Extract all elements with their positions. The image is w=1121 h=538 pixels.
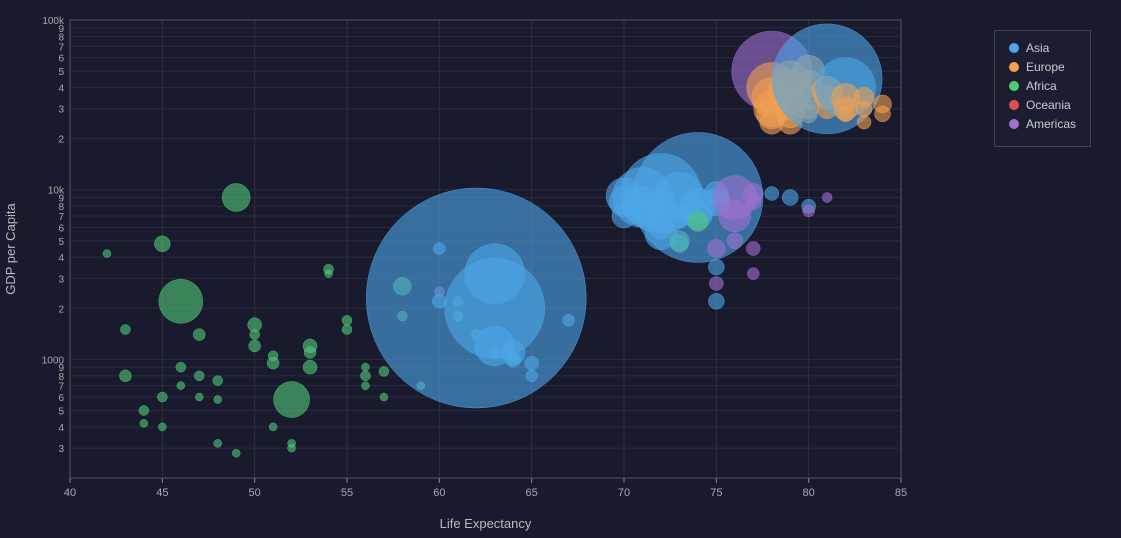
legend-dot [1009, 81, 1019, 91]
chart-container: 4045505560657075808534567891000234567891… [0, 0, 1121, 538]
chart-legend: Asia Europe Africa Oceania Americas [994, 30, 1091, 147]
svg-text:100k: 100k [42, 16, 65, 27]
svg-text:3: 3 [58, 105, 64, 116]
svg-text:75: 75 [710, 487, 722, 499]
legend-item-oceania: Oceania [1009, 98, 1076, 112]
svg-text:6: 6 [58, 223, 64, 234]
svg-text:5: 5 [58, 67, 64, 78]
svg-text:2: 2 [58, 135, 64, 146]
scatter-chart: 4045505560657075808534567891000234567891… [0, 0, 1121, 538]
legend-dot [1009, 62, 1019, 72]
svg-text:1000: 1000 [42, 355, 65, 366]
svg-text:40: 40 [64, 487, 76, 499]
legend-dot [1009, 119, 1019, 129]
svg-text:5: 5 [58, 237, 64, 248]
svg-text:4: 4 [58, 423, 64, 434]
svg-text:4: 4 [58, 253, 64, 264]
legend-item-europe: Europe [1009, 60, 1076, 74]
svg-text:10k: 10k [48, 186, 65, 197]
legend-item-africa: Africa [1009, 79, 1076, 93]
svg-text:7: 7 [58, 42, 64, 53]
svg-text:5: 5 [58, 406, 64, 417]
svg-text:60: 60 [433, 487, 445, 499]
svg-text:70: 70 [618, 487, 630, 499]
svg-text:6: 6 [58, 393, 64, 404]
svg-text:Life Expectancy: Life Expectancy [440, 516, 532, 531]
legend-dot [1009, 43, 1019, 53]
svg-text:3: 3 [58, 444, 64, 455]
legend-label: Europe [1026, 60, 1065, 74]
legend-label: Africa [1026, 79, 1057, 93]
legend-item-americas: Americas [1009, 117, 1076, 131]
svg-text:55: 55 [341, 487, 353, 499]
svg-text:45: 45 [156, 487, 168, 499]
svg-text:85: 85 [895, 487, 907, 499]
svg-text:80: 80 [803, 487, 815, 499]
svg-text:2: 2 [58, 304, 64, 315]
legend-label: Oceania [1026, 98, 1071, 112]
legend-dot [1009, 100, 1019, 110]
svg-text:3: 3 [58, 274, 64, 285]
svg-text:6: 6 [58, 54, 64, 65]
svg-text:7: 7 [58, 382, 64, 393]
legend-label: Asia [1026, 41, 1049, 55]
svg-text:50: 50 [249, 487, 261, 499]
svg-text:4: 4 [58, 84, 64, 95]
svg-text:GDP per Capita: GDP per Capita [3, 202, 18, 294]
legend-label: Americas [1026, 117, 1076, 131]
svg-text:65: 65 [526, 487, 538, 499]
svg-text:7: 7 [58, 212, 64, 223]
legend-item-asia: Asia [1009, 41, 1076, 55]
